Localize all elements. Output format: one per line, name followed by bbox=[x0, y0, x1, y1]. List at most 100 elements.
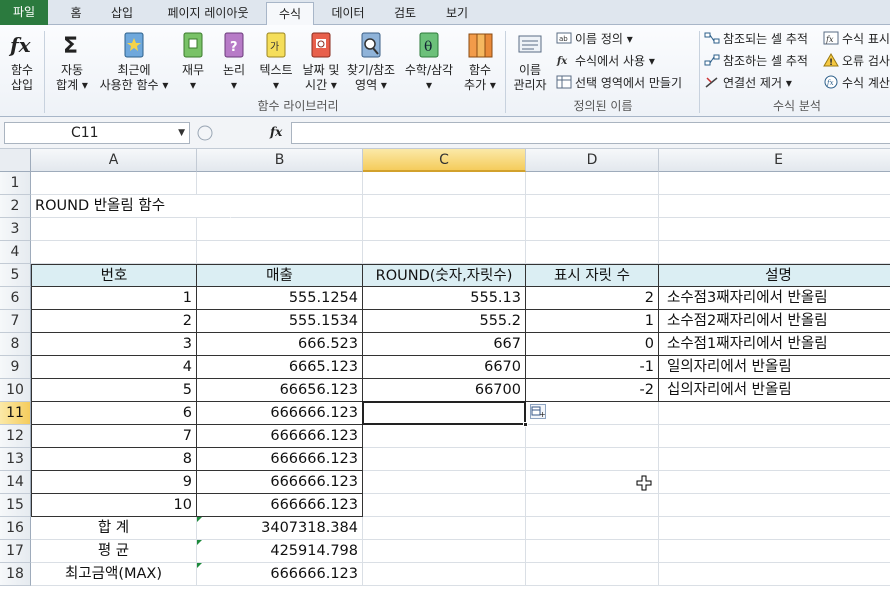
remove-arrows-button[interactable]: 연결선 제거 ▾ bbox=[704, 74, 792, 92]
table-header-cell[interactable]: 설명 bbox=[659, 264, 890, 287]
cell[interactable] bbox=[31, 218, 197, 241]
table-row-cell[interactable]: 666.523 bbox=[197, 333, 363, 356]
table-row-cell[interactable] bbox=[526, 494, 659, 517]
cell[interactable] bbox=[363, 195, 526, 218]
row-header-3[interactable]: 3 bbox=[0, 218, 31, 241]
cell[interactable] bbox=[526, 563, 659, 586]
datetime-button[interactable]: 날짜 및 시간 ▾ bbox=[300, 30, 342, 93]
column-header-b[interactable]: B bbox=[197, 149, 363, 172]
table-row-cell[interactable] bbox=[659, 448, 890, 471]
row-header-1[interactable]: 1 bbox=[0, 172, 31, 195]
summary-value[interactable]: 3407318.384 bbox=[197, 517, 363, 540]
chevron-down-icon[interactable]: ▼ bbox=[178, 123, 185, 143]
table-row-cell[interactable]: 555.1534 bbox=[197, 310, 363, 333]
table-row-cell[interactable]: 5 bbox=[31, 379, 197, 402]
tab-review[interactable]: 검토 bbox=[382, 2, 428, 25]
table-row-cell[interactable]: 667 bbox=[363, 333, 526, 356]
cell[interactable] bbox=[526, 241, 659, 264]
tab-data[interactable]: 데이터 bbox=[320, 2, 376, 25]
table-row-cell[interactable]: 일의자리에서 반올림 bbox=[659, 356, 890, 379]
table-row-cell[interactable]: 소수점3째자리에서 반올림 bbox=[659, 287, 890, 310]
table-row-cell[interactable]: 666666.123 bbox=[197, 471, 363, 494]
table-row-cell[interactable]: 6 bbox=[31, 402, 197, 425]
insert-function-fx-icon[interactable]: fx bbox=[270, 125, 282, 139]
summary-label[interactable]: 합 계 bbox=[31, 517, 197, 540]
cell[interactable] bbox=[363, 172, 526, 195]
row-header-6[interactable]: 6 bbox=[0, 287, 31, 310]
table-row-cell[interactable]: 십의자리에서 반올림 bbox=[659, 379, 890, 402]
table-row-cell[interactable]: -2 bbox=[526, 379, 659, 402]
table-row-cell[interactable]: 9 bbox=[31, 471, 197, 494]
tab-view[interactable]: 보기 bbox=[434, 2, 480, 25]
name-manager-button[interactable]: 이름 관리자 bbox=[510, 30, 550, 93]
cell[interactable] bbox=[31, 172, 197, 195]
row-header-14[interactable]: 14 bbox=[0, 471, 31, 494]
table-row-cell[interactable]: 3 bbox=[31, 333, 197, 356]
table-row-cell[interactable]: 555.13 bbox=[363, 287, 526, 310]
show-formulas-button[interactable]: fx 수식 표시 bbox=[823, 30, 890, 48]
tab-file[interactable]: 파일 bbox=[0, 0, 48, 25]
table-row-cell[interactable]: 555.1254 bbox=[197, 287, 363, 310]
cell[interactable] bbox=[197, 218, 363, 241]
table-row-cell[interactable]: 0 bbox=[526, 333, 659, 356]
row-header-11[interactable]: 11 bbox=[0, 402, 31, 425]
row-header-13[interactable]: 13 bbox=[0, 448, 31, 471]
column-header-d[interactable]: D bbox=[526, 149, 659, 172]
cell[interactable] bbox=[363, 218, 526, 241]
table-row-cell[interactable] bbox=[363, 494, 526, 517]
tab-page-layout[interactable]: 페이지 레이아웃 bbox=[152, 2, 264, 25]
define-name-button[interactable]: ab 이름 정의 ▾ bbox=[556, 30, 633, 48]
table-row-cell[interactable]: 666666.123 bbox=[197, 494, 363, 517]
row-header-8[interactable]: 8 bbox=[0, 333, 31, 356]
summary-value[interactable]: 666666.123 bbox=[197, 563, 363, 586]
cell[interactable] bbox=[526, 218, 659, 241]
fill-handle[interactable] bbox=[523, 422, 528, 427]
use-in-formula-button[interactable]: fx 수식에서 사용 ▾ bbox=[556, 52, 655, 70]
table-row-cell[interactable]: 666666.123 bbox=[197, 402, 363, 425]
create-from-selection-button[interactable]: 선택 영역에서 만들기 bbox=[556, 74, 682, 92]
table-row-cell[interactable] bbox=[659, 494, 890, 517]
name-box[interactable]: C11 ▼ bbox=[4, 122, 190, 144]
row-header-7[interactable]: 7 bbox=[0, 310, 31, 333]
column-header-a[interactable]: A bbox=[31, 149, 197, 172]
cell[interactable] bbox=[363, 517, 526, 540]
table-row-cell[interactable]: 666666.123 bbox=[197, 425, 363, 448]
text-button[interactable]: 가 텍스트 ▾ bbox=[256, 30, 296, 93]
financial-button[interactable]: 재무 ▾ bbox=[176, 30, 210, 93]
column-header-c[interactable]: C bbox=[363, 149, 526, 172]
cell[interactable] bbox=[659, 540, 890, 563]
table-row-cell[interactable] bbox=[526, 425, 659, 448]
row-header-9[interactable]: 9 bbox=[0, 356, 31, 379]
cell[interactable] bbox=[659, 195, 890, 218]
trace-precedents-button[interactable]: 참조되는 셀 추적 bbox=[704, 30, 808, 48]
row-header-5[interactable]: 5 bbox=[0, 264, 31, 287]
table-row-cell[interactable] bbox=[659, 402, 890, 425]
summary-label[interactable]: 평 균 bbox=[31, 540, 197, 563]
row-header-16[interactable]: 16 bbox=[0, 517, 31, 540]
evaluate-formula-button[interactable]: fx 수식 계산 bbox=[823, 74, 890, 92]
table-row-cell[interactable]: 555.2 bbox=[363, 310, 526, 333]
math-trig-button[interactable]: θ 수학/삼각 ▾ bbox=[400, 30, 458, 93]
table-row-cell[interactable]: 4 bbox=[31, 356, 197, 379]
row-header-17[interactable]: 17 bbox=[0, 540, 31, 563]
insert-function-button[interactable]: fx 함수 삽입 bbox=[4, 30, 40, 93]
column-header-e[interactable]: E bbox=[659, 149, 890, 172]
row-header-12[interactable]: 12 bbox=[0, 425, 31, 448]
table-row-cell[interactable]: 666666.123 bbox=[197, 448, 363, 471]
cell[interactable] bbox=[526, 195, 659, 218]
table-row-cell[interactable] bbox=[659, 471, 890, 494]
table-row-cell[interactable] bbox=[363, 448, 526, 471]
table-row-cell[interactable]: 66656.123 bbox=[197, 379, 363, 402]
table-row-cell[interactable] bbox=[526, 448, 659, 471]
table-row-cell[interactable]: 소수점2째자리에서 반올림 bbox=[659, 310, 890, 333]
more-functions-button[interactable]: 함수 추가 ▾ bbox=[460, 30, 500, 93]
table-row-cell[interactable]: 10 bbox=[31, 494, 197, 517]
table-row-cell[interactable]: 소수점1째자리에서 반올림 bbox=[659, 333, 890, 356]
table-row-cell[interactable] bbox=[363, 471, 526, 494]
table-row-cell[interactable]: 2 bbox=[526, 287, 659, 310]
cell[interactable] bbox=[526, 540, 659, 563]
autosum-button[interactable]: Σ 자동 합계 ▾ bbox=[50, 30, 94, 93]
table-row-cell[interactable] bbox=[363, 425, 526, 448]
table-row-cell[interactable]: 7 bbox=[31, 425, 197, 448]
summary-value[interactable]: 425914.798 bbox=[197, 540, 363, 563]
